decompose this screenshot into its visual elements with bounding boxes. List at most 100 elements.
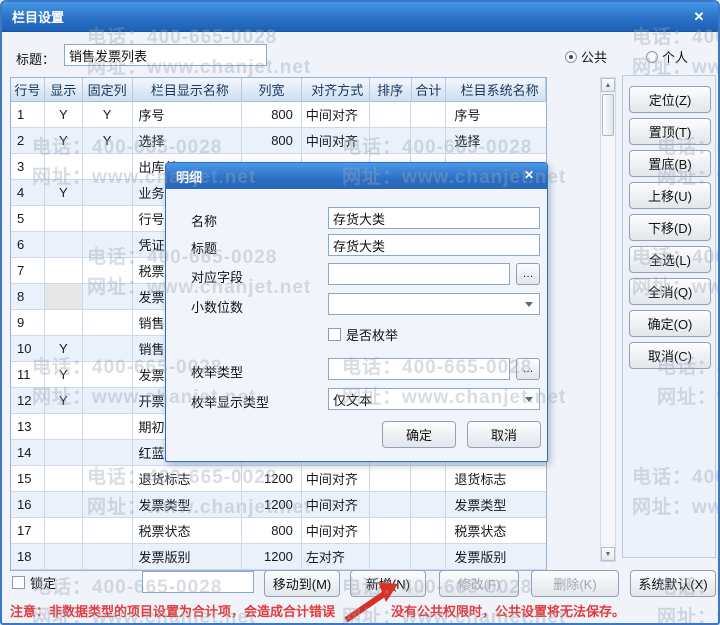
table-cell[interactable]: 15: [11, 466, 45, 492]
table-cell[interactable]: Y: [44, 128, 83, 154]
table-cell[interactable]: [369, 518, 412, 544]
table-cell[interactable]: [44, 154, 83, 180]
clear-all-side-button[interactable]: 全消(Q): [629, 278, 711, 305]
table-cell[interactable]: [82, 180, 133, 206]
table-cell[interactable]: [82, 154, 133, 180]
table-cell[interactable]: [411, 102, 447, 128]
table-cell[interactable]: 12: [11, 388, 45, 414]
table-cell[interactable]: 9: [11, 310, 45, 336]
table-cell[interactable]: [82, 310, 133, 336]
table-cell[interactable]: [44, 232, 83, 258]
table-cell[interactable]: [44, 414, 83, 440]
table-cell[interactable]: [44, 258, 83, 284]
modify-button[interactable]: 修改(F): [439, 570, 519, 597]
table-cell[interactable]: [44, 466, 83, 492]
move-up-side-button[interactable]: 上移(U): [629, 182, 711, 209]
table-cell[interactable]: 中间对齐: [301, 492, 370, 518]
table-cell[interactable]: 800: [242, 102, 302, 128]
table-cell[interactable]: [44, 544, 83, 570]
table-cell[interactable]: 中间对齐: [301, 102, 370, 128]
table-cell[interactable]: [44, 492, 83, 518]
system-default-button[interactable]: 系统默认(X): [630, 570, 716, 597]
table-cell[interactable]: [369, 102, 412, 128]
table-cell[interactable]: 8: [11, 284, 45, 310]
table-cell[interactable]: Y: [44, 102, 83, 128]
table-cell[interactable]: [411, 544, 447, 570]
table-cell[interactable]: [82, 440, 133, 466]
table-cell[interactable]: [411, 518, 447, 544]
table-cell[interactable]: [82, 362, 133, 388]
table-cell[interactable]: 序号: [446, 102, 546, 128]
title-input[interactable]: [64, 44, 267, 66]
table-cell[interactable]: 选择: [446, 128, 546, 154]
table-cell[interactable]: [82, 206, 133, 232]
field-browse-button[interactable]: …: [516, 263, 540, 285]
table-cell[interactable]: 800: [242, 518, 302, 544]
radio-personal[interactable]: 个人: [646, 47, 688, 66]
move-down-side-button[interactable]: 下移(D): [629, 214, 711, 241]
table-cell[interactable]: [411, 492, 447, 518]
table-cell[interactable]: Y: [44, 388, 83, 414]
table-cell[interactable]: 左对齐: [301, 544, 370, 570]
table-cell[interactable]: 发票版别: [446, 544, 546, 570]
decimal-dropdown[interactable]: [328, 293, 540, 315]
table-cell[interactable]: [44, 518, 83, 544]
table-cell[interactable]: Y: [44, 362, 83, 388]
window-close-icon[interactable]: ✕: [690, 8, 708, 26]
table-cell[interactable]: 7: [11, 258, 45, 284]
radio-public[interactable]: 公共: [565, 47, 607, 66]
move-to-button[interactable]: 移动到(M): [264, 570, 340, 597]
table-cell[interactable]: [82, 414, 133, 440]
scroll-up-icon[interactable]: ▲: [601, 78, 615, 92]
table-cell[interactable]: [82, 284, 133, 310]
enum-type-input[interactable]: [328, 358, 510, 380]
table-row[interactable]: 16 发票类型 1200 中间对齐 发票类型: [11, 492, 546, 518]
table-cell[interactable]: [44, 310, 83, 336]
table-cell[interactable]: 税票状态: [446, 518, 546, 544]
vertical-scrollbar[interactable]: ▲ ▼: [600, 77, 616, 562]
table-cell[interactable]: 3: [11, 154, 45, 180]
table-cell[interactable]: 发票类型: [446, 492, 546, 518]
table-cell[interactable]: 800: [242, 128, 302, 154]
table-cell[interactable]: 中间对齐: [301, 466, 370, 492]
table-cell[interactable]: 4: [11, 180, 45, 206]
table-cell[interactable]: 10: [11, 336, 45, 362]
table-cell[interactable]: [369, 466, 412, 492]
table-cell[interactable]: [44, 284, 83, 310]
table-cell[interactable]: [82, 232, 133, 258]
table-cell[interactable]: 2: [11, 128, 45, 154]
table-cell[interactable]: 18: [11, 544, 45, 570]
locate-side-button[interactable]: 定位(Z): [629, 86, 711, 113]
table-cell[interactable]: 中间对齐: [301, 518, 370, 544]
table-row[interactable]: 1 Y Y 序号 800 中间对齐 序号: [11, 102, 546, 128]
table-row[interactable]: 17 税票状态 800 中间对齐 税票状态: [11, 518, 546, 544]
table-cell[interactable]: [411, 128, 447, 154]
table-cell[interactable]: [82, 258, 133, 284]
table-cell[interactable]: 退货标志: [446, 466, 546, 492]
table-cell[interactable]: 11: [11, 362, 45, 388]
move-top-side-button[interactable]: 置顶(T): [629, 118, 711, 145]
ok-side-button[interactable]: 确定(O): [629, 310, 711, 337]
table-cell[interactable]: 发票版别: [132, 544, 243, 570]
table-cell[interactable]: 5: [11, 206, 45, 232]
select-all-side-button[interactable]: 全选(L): [629, 246, 711, 273]
table-cell[interactable]: Y: [82, 102, 133, 128]
delete-button[interactable]: 删除(K): [531, 570, 619, 597]
table-cell[interactable]: [82, 336, 133, 362]
table-row[interactable]: 15 退货标志 1200 中间对齐 退货标志: [11, 466, 546, 492]
table-cell[interactable]: 14: [11, 440, 45, 466]
lock-checkbox[interactable]: 锁定: [12, 573, 56, 592]
table-cell[interactable]: 17: [11, 518, 45, 544]
table-cell[interactable]: 选择: [132, 128, 243, 154]
table-cell[interactable]: 16: [11, 492, 45, 518]
scroll-down-icon[interactable]: ▼: [601, 547, 615, 561]
table-cell[interactable]: 序号: [132, 102, 243, 128]
table-cell[interactable]: 税票状态: [132, 518, 243, 544]
field-input[interactable]: [328, 263, 510, 285]
table-cell[interactable]: 13: [11, 414, 45, 440]
caption-input[interactable]: [328, 234, 540, 256]
table-cell[interactable]: [82, 466, 133, 492]
table-cell[interactable]: [82, 388, 133, 414]
name-input[interactable]: [328, 207, 540, 229]
move-bottom-side-button[interactable]: 置底(B): [629, 150, 711, 177]
